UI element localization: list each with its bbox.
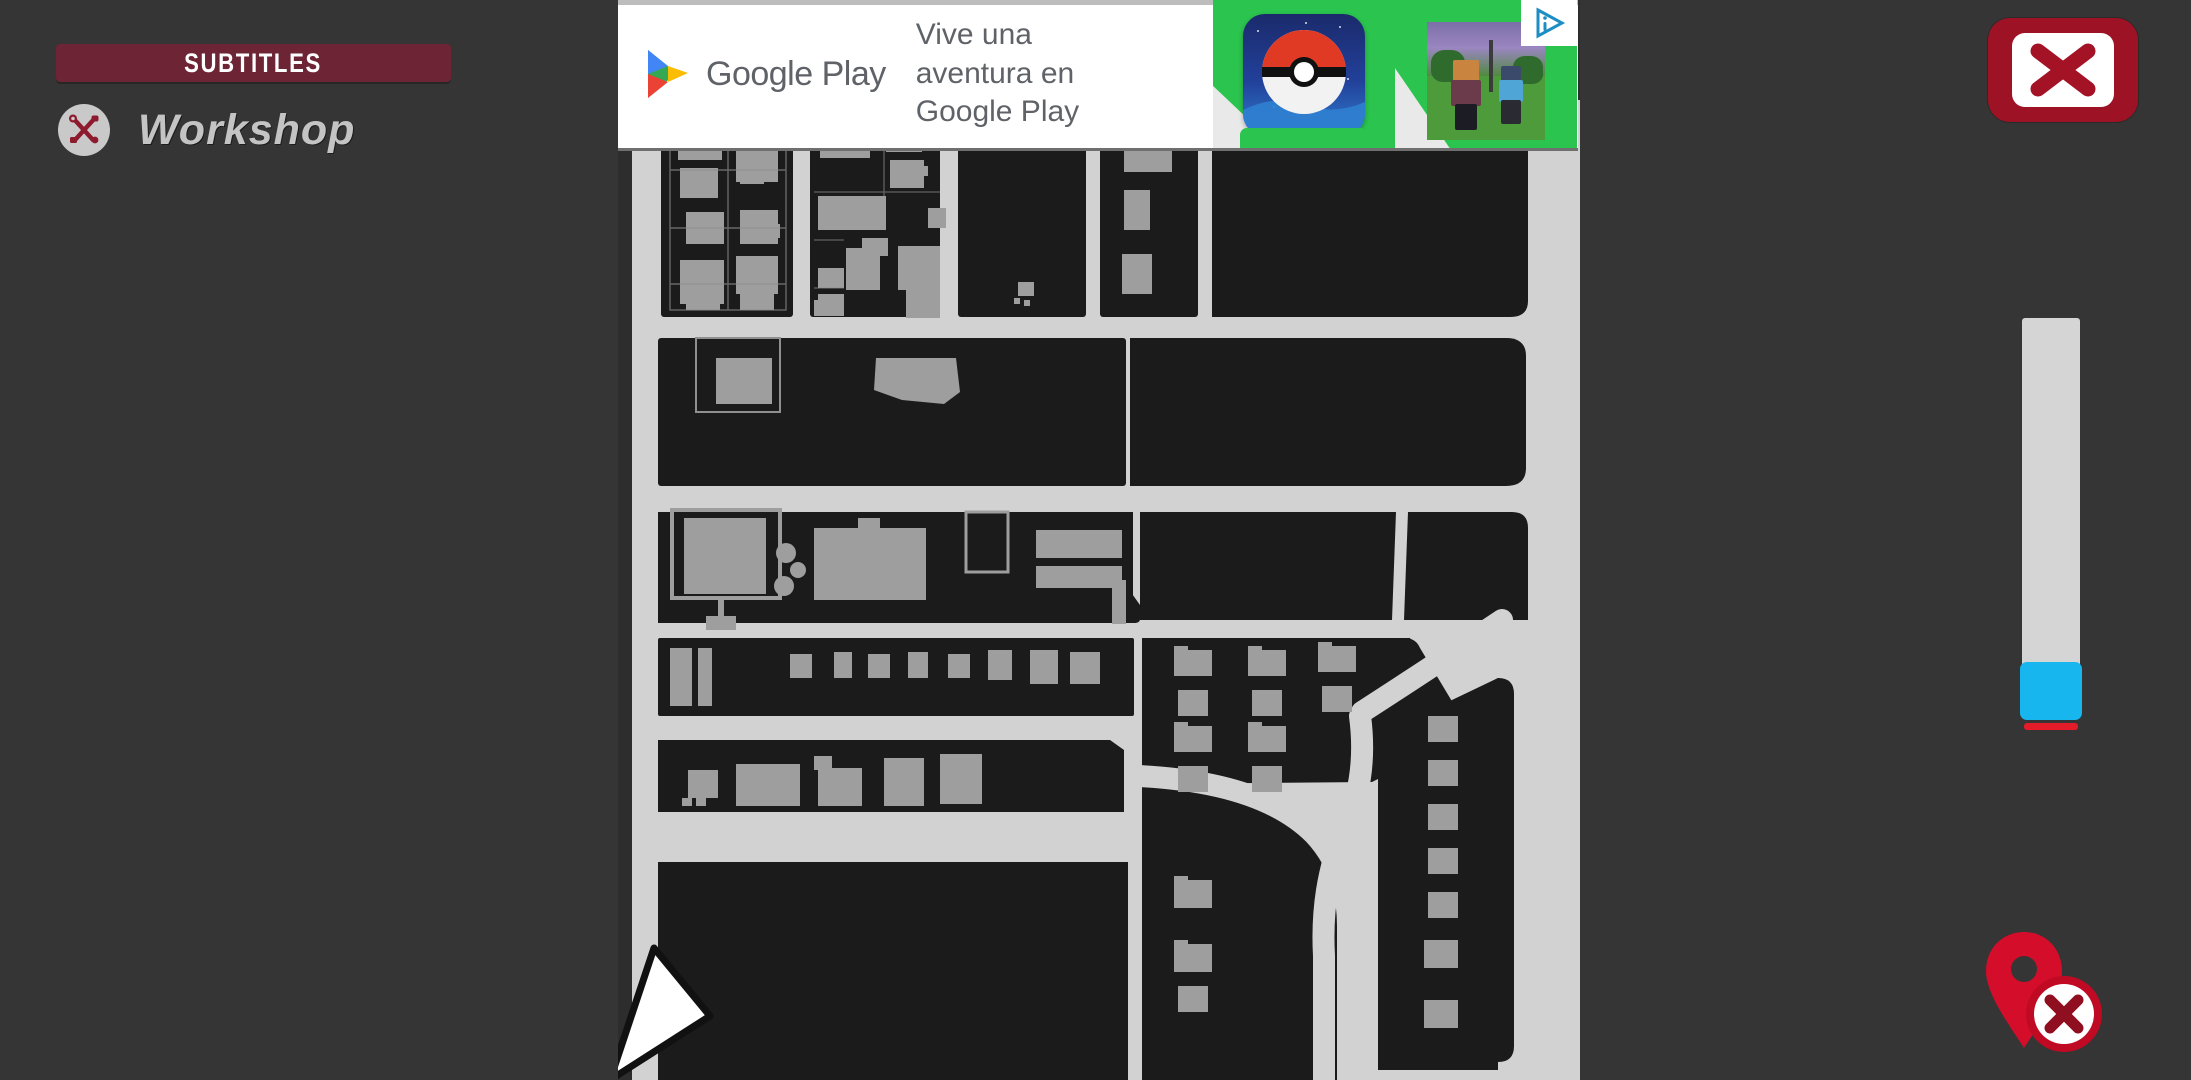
- map-zoom-slider-handle[interactable]: [2020, 662, 2082, 720]
- ad-card-roblox[interactable]: [1395, 0, 1577, 148]
- ad-headline-line-1: Vive una: [915, 18, 1032, 52]
- close-x-icon: [2030, 43, 2096, 97]
- roblox-character-torso: [1451, 80, 1481, 106]
- map-zoom-slider-base-marker: [2024, 723, 2078, 730]
- roblox-character-hair: [1453, 60, 1479, 82]
- subtitles-label: SUBTITLES: [184, 47, 323, 78]
- subtitles-banner: SUBTITLES: [56, 44, 451, 82]
- map-zoom-slider[interactable]: [2020, 318, 2082, 758]
- remove-marker-button[interactable]: [1980, 928, 2110, 1056]
- ad-headline-line-2: aventura en: [915, 56, 1075, 90]
- ad-card-pokeball[interactable]: [1213, 0, 1395, 148]
- adchoices-icon[interactable]: [1521, 0, 1577, 46]
- tools-icon-glyph: [69, 114, 99, 144]
- workshop-label: Workshop: [138, 105, 356, 154]
- ad-green-bar: [1240, 128, 1368, 148]
- map-panel[interactable]: [618, 0, 1580, 1080]
- google-play-wordmark: Google Play: [706, 54, 886, 93]
- google-play-logo: Google Play: [644, 48, 886, 100]
- ad-creative-area[interactable]: [1213, 0, 1578, 148]
- ad-headline: Vive una aventura en Google Play: [916, 16, 1079, 131]
- roblox-grass: [1427, 76, 1545, 140]
- workshop-subtitle-row: Workshop: [58, 104, 456, 156]
- google-play-triangle-icon: [648, 50, 688, 98]
- ad-brand-area: Google Play Vive una aventura en Google …: [618, 0, 1079, 148]
- tools-icon: [58, 104, 110, 156]
- subtitle-panel: SUBTITLES Workshop: [56, 44, 456, 156]
- pokeball-glyph: [1243, 30, 1365, 136]
- close-button-inner: [2012, 33, 2114, 107]
- pokeball-icon-background: [1243, 14, 1365, 136]
- google-play-ad-banner[interactable]: Google Play Vive una aventura en Google …: [618, 0, 1578, 151]
- pokeball-app-icon[interactable]: [1243, 14, 1365, 136]
- adchoices-triangle-glyph: [1536, 7, 1566, 39]
- map-canvas[interactable]: [618, 0, 1580, 1080]
- close-button[interactable]: [1988, 18, 2138, 122]
- map-zoom-slider-track[interactable]: [2022, 318, 2080, 718]
- roblox-lamp-pole: [1489, 40, 1493, 92]
- game-hud-root: Google Play Vive una aventura en Google …: [0, 0, 2191, 1080]
- roblox-character2-legs: [1501, 100, 1521, 124]
- roblox-character-legs: [1455, 104, 1477, 130]
- roblox-character2-torso: [1499, 80, 1523, 102]
- ad-headline-line-3: Google Play: [915, 95, 1080, 129]
- map-pin-remove-icon: [1986, 932, 2102, 1052]
